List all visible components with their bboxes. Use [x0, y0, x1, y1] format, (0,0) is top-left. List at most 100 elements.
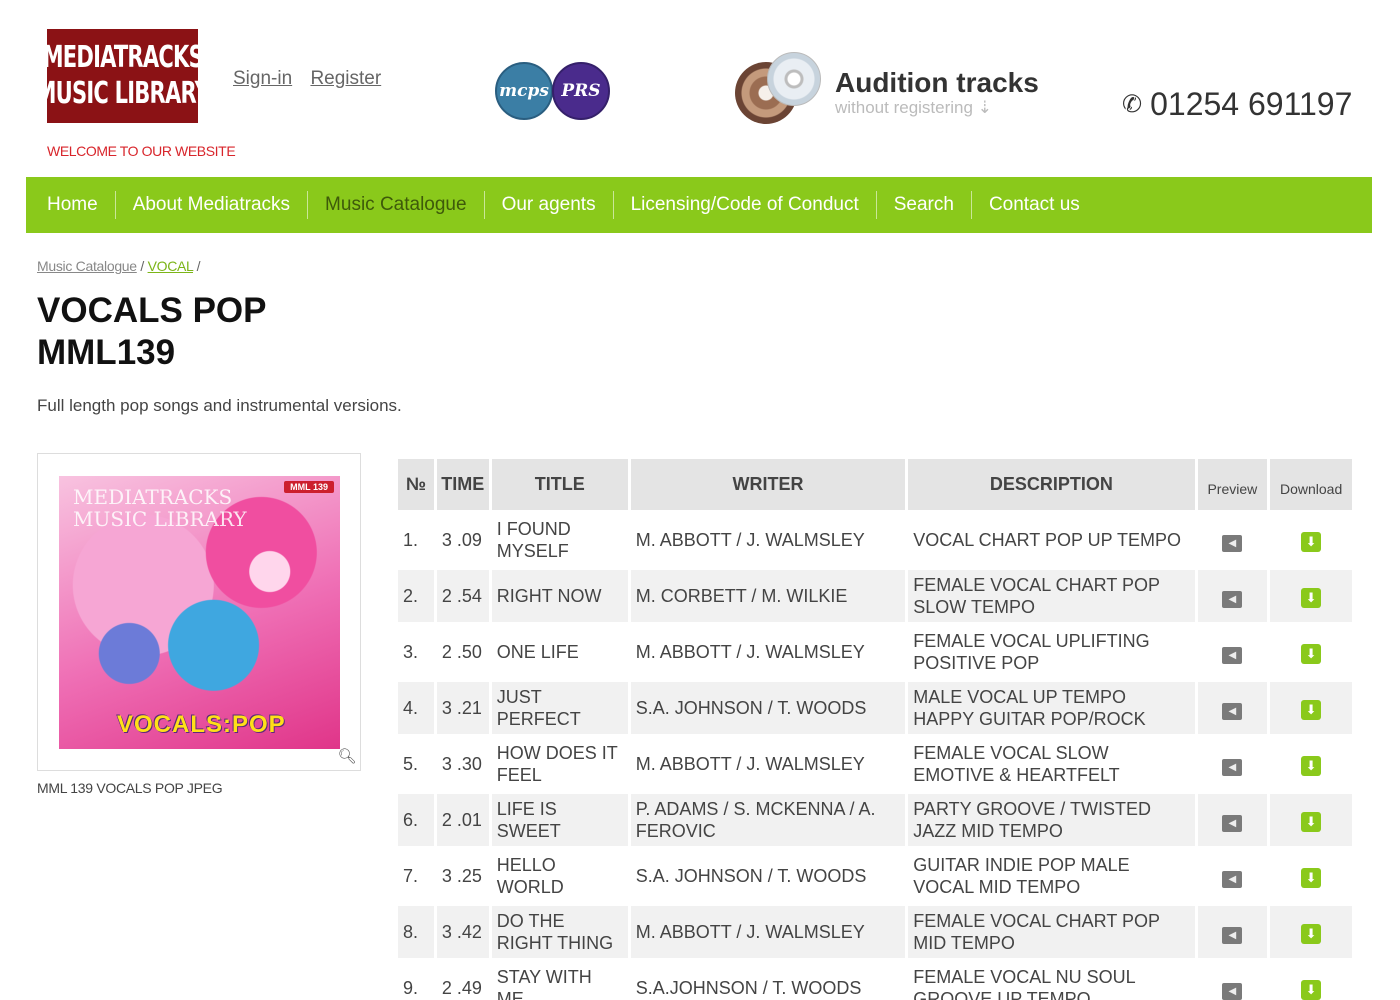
- download-cell: ⬇: [1270, 570, 1352, 622]
- preview-speaker-icon[interactable]: ◀: [1222, 814, 1243, 832]
- track-title: JUST PERFECT: [491, 682, 628, 734]
- track-writer: M. ABBOTT / J. WALMSLEY: [630, 906, 906, 958]
- track-writer: M. ABBOTT / J. WALMSLEY: [630, 626, 906, 678]
- cover-title: VOCALS:POP: [117, 711, 286, 738]
- cd-icon: [767, 52, 821, 106]
- preview-speaker-icon[interactable]: ◀: [1222, 590, 1243, 608]
- download-arrow-icon[interactable]: ⬇: [1301, 699, 1322, 720]
- col-header-writer: WRITER: [630, 459, 906, 510]
- sign-in-link[interactable]: Sign-in: [233, 68, 292, 89]
- download-arrow-icon[interactable]: ⬇: [1301, 811, 1322, 832]
- nav-licensing[interactable]: Licensing/Code of Conduct: [612, 191, 876, 219]
- table-row: 6. 2 .01 LIFE IS SWEET P. ADAMS / S. McKENN…: [398, 794, 1352, 846]
- cover-caption: MML 139 VOCALS POP JPEG: [37, 780, 223, 796]
- track-writer: M. CORBETT / M. WILKIE: [630, 570, 906, 622]
- table-row: 1. 3 .09 I FOUND MYSELF M. ABBOTT / J. WALM…: [398, 514, 1352, 566]
- track-time: 2 .54: [436, 570, 489, 622]
- track-title: LIFE IS SWEET: [491, 794, 628, 846]
- download-cell: ⬇: [1270, 794, 1352, 846]
- preview-speaker-icon[interactable]: ◀: [1222, 926, 1243, 944]
- col-header-description: DESCRIPTION: [908, 459, 1195, 510]
- track-description: FEMALE VOCAL UPLIFTING POSITIVE POP: [908, 626, 1195, 678]
- download-arrow-icon[interactable]: ⬇: [1301, 643, 1322, 664]
- table-row: 7. 3 .25 HELLO WORLD S.A. JOHNSON / T. WOOD…: [398, 850, 1352, 902]
- track-description: FEMALE VOCAL NU SOUL GROOVE UP TEMPO: [908, 962, 1195, 1000]
- col-header-title: TITLE: [491, 459, 628, 510]
- track-title: ONE LIFE: [491, 626, 628, 678]
- page-title: VOCALS POP MML139: [37, 290, 266, 374]
- nav-home[interactable]: Home: [30, 191, 115, 219]
- register-link[interactable]: Register: [310, 68, 381, 89]
- nav-our-agents[interactable]: Our agents: [483, 191, 613, 219]
- preview-speaker-icon[interactable]: ◀: [1222, 870, 1243, 888]
- preview-speaker-icon[interactable]: ◀: [1222, 702, 1243, 720]
- track-description: PARTY GROOVE / TWISTED JAZZ MID TEMPO: [908, 794, 1195, 846]
- preview-speaker-icon[interactable]: ◀: [1222, 534, 1243, 552]
- track-writer: M. ABBOTT / J. WALMSLEY: [630, 738, 906, 790]
- main-nav: Home About Mediatracks Music Catalogue O…: [26, 177, 1372, 233]
- col-header-time: TIME: [436, 459, 489, 510]
- preview-cell: ◀: [1197, 570, 1268, 622]
- download-arrow-icon[interactable]: ⬇: [1301, 755, 1322, 776]
- track-writer: S.A. JOHNSON / T. WOODS: [630, 682, 906, 734]
- table-row: 3. 2 .50 ONE LIFE M. ABBOTT / J. WALMSLEY FE…: [398, 626, 1352, 678]
- cover-logo-line-1: MEDIATRACKS: [73, 485, 233, 509]
- breadcrumb-vocal[interactable]: VOCAL: [148, 258, 194, 274]
- preview-cell: ◀: [1197, 682, 1268, 734]
- table-row: 2. 2 .54 RIGHT NOW M. CORBETT / M. WILKIE FE…: [398, 570, 1352, 622]
- table-row: 4. 3 .21 JUST PERFECT S.A. JOHNSON / T. WOO…: [398, 682, 1352, 734]
- col-header-download: Download: [1270, 459, 1352, 510]
- album-cover-image[interactable]: MML 139 MEDIATRACKS MUSIC LIBRARY VOCALS…: [59, 476, 340, 749]
- track-time: 3 .21: [436, 682, 489, 734]
- preview-speaker-icon[interactable]: ◀: [1222, 758, 1243, 776]
- track-number: 5.: [398, 738, 434, 790]
- track-time: 2 .01: [436, 794, 489, 846]
- download-cell: ⬇: [1270, 906, 1352, 958]
- download-arrow-icon[interactable]: ⬇: [1301, 531, 1322, 552]
- breadcrumb: Music Catalogue / VOCAL /: [37, 258, 200, 274]
- album-name: VOCALS POP: [37, 291, 267, 330]
- download-arrow-icon[interactable]: ⬇: [1301, 587, 1322, 608]
- download-arrow-icon[interactable]: ⬇: [1301, 867, 1322, 888]
- track-title: DO THE RIGHT THING: [491, 906, 628, 958]
- col-header-preview: Preview: [1197, 459, 1268, 510]
- track-number: 4.: [398, 682, 434, 734]
- breadcrumb-separator: /: [196, 258, 201, 274]
- nav-search[interactable]: Search: [875, 191, 971, 219]
- preview-speaker-icon[interactable]: ◀: [1222, 982, 1243, 1000]
- preview-speaker-icon[interactable]: ◀: [1222, 646, 1243, 664]
- preview-cell: ◀: [1197, 850, 1268, 902]
- nav-music-catalogue[interactable]: Music Catalogue: [307, 191, 484, 219]
- prs-logo: PRS: [552, 62, 610, 120]
- mcps-logo: mcps: [495, 62, 553, 120]
- track-number: 9.: [398, 962, 434, 1000]
- preview-cell: ◀: [1197, 626, 1268, 678]
- licensing-badges: mcps PRS: [495, 62, 615, 122]
- logo-line-2: MUSIC LIBRARY: [35, 76, 210, 111]
- phone-number: ✆ 01254 691197: [1122, 86, 1352, 123]
- breadcrumb-music-catalogue[interactable]: Music Catalogue: [37, 258, 137, 274]
- download-cell: ⬇: [1270, 682, 1352, 734]
- download-arrow-icon[interactable]: ⬇: [1301, 923, 1322, 944]
- nav-contact[interactable]: Contact us: [970, 191, 1097, 219]
- download-cell: ⬇: [1270, 738, 1352, 790]
- album-cover-frame: MML 139 MEDIATRACKS MUSIC LIBRARY VOCALS…: [37, 453, 361, 771]
- track-title: STAY WITH ME: [491, 962, 628, 1000]
- track-description: GUITAR INDIE POP MALE VOCAL MID TEMPO: [908, 850, 1195, 902]
- download-cell: ⬇: [1270, 962, 1352, 1000]
- audition-tracks-banner[interactable]: Audition tracks without registering ⇣: [735, 52, 1045, 127]
- zoom-icon[interactable]: 🔍︎: [337, 747, 357, 767]
- track-number: 8.: [398, 906, 434, 958]
- album-description: Full length pop songs and instrumental v…: [37, 396, 402, 415]
- col-header-no: №: [398, 459, 434, 510]
- welcome-text: WELCOME TO OUR WEBSITE: [47, 143, 236, 159]
- download-cell: ⬇: [1270, 850, 1352, 902]
- track-time: 2 .50: [436, 626, 489, 678]
- download-arrow-icon[interactable]: ⬇: [1301, 979, 1322, 1000]
- nav-about[interactable]: About Mediatracks: [114, 191, 307, 219]
- track-time: 3 .30: [436, 738, 489, 790]
- site-logo[interactable]: MEDIATRACKS MUSIC LIBRARY: [36, 29, 210, 123]
- cover-catalogue-tag: MML 139: [284, 481, 334, 493]
- phone-icon: ✆: [1122, 91, 1143, 118]
- track-description: FEMALE VOCAL CHART POP SLOW TEMPO: [908, 570, 1195, 622]
